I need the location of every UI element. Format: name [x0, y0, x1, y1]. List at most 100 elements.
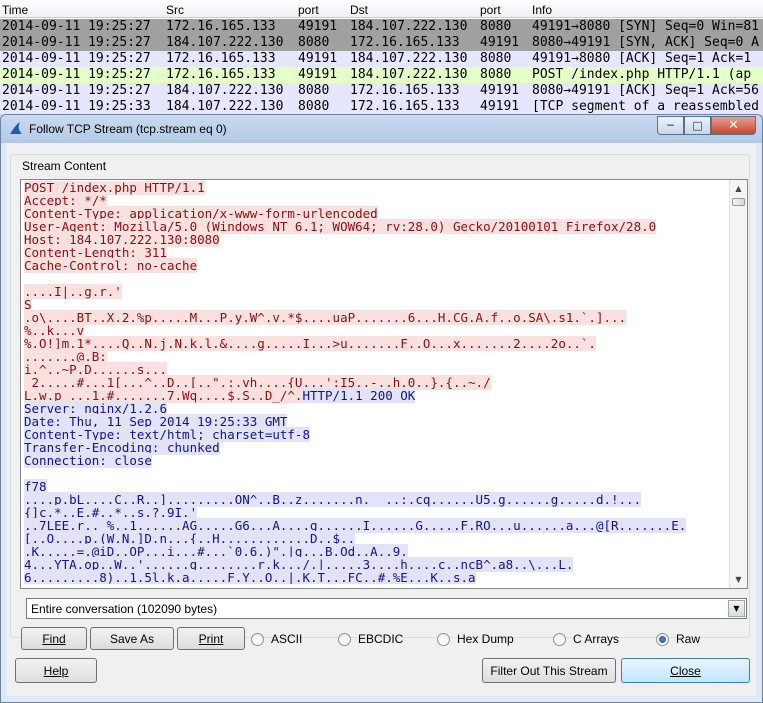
- radio-c-arrays-label: C Arrays: [573, 632, 620, 646]
- column-header-info[interactable]: Info: [532, 3, 552, 17]
- packet-cell-info: [TCP segment of a reassembled: [532, 99, 759, 114]
- packet-row[interactable]: 2014-09-11 19:25:27 184.107.222.130 8080 17…: [0, 83, 763, 99]
- stream-text[interactable]: POST /index.php HTTP/1.1 Accept: */* Conte…: [24, 181, 727, 584]
- radio-ascii-dot[interactable]: [251, 632, 264, 646]
- radio-ebcdic-dot[interactable]: [338, 632, 351, 646]
- packet-cell-dst: 184.107.222.130: [350, 51, 468, 66]
- column-header-dst[interactable]: Dst: [350, 3, 368, 17]
- packet-cell-src-port: 8080: [298, 35, 330, 50]
- client-stream-line: ....I|..g.r.': [24, 284, 727, 299]
- print-button[interactable]: Print: [177, 627, 245, 650]
- packet-cell-time: 2014-09-11 19:25:33: [2, 99, 151, 114]
- packet-list[interactable]: Time Src port Dst port Info 2014-09-11 1…: [0, 0, 763, 118]
- radio-ebcdic[interactable]: EBCDIC: [338, 631, 403, 647]
- save-as-button[interactable]: Save As: [90, 627, 174, 650]
- client-stream-line: POST /index.php HTTP/1.1: [24, 181, 727, 195]
- server-stream-line: [24, 467, 727, 480]
- packet-cell-src-port: 8080: [298, 83, 330, 98]
- packet-cell-src: 184.107.222.130: [166, 83, 284, 98]
- find-button[interactable]: Find: [21, 627, 87, 650]
- close-button-label: Close: [670, 663, 701, 678]
- dialog-titlebar[interactable]: Follow TCP Stream (tcp.stream eq 0) ─ □ …: [1, 115, 762, 143]
- column-header-time[interactable]: Time: [2, 3, 28, 17]
- packet-cell-time: 2014-09-11 19:25:27: [2, 83, 151, 98]
- radio-hex-dump-dot[interactable]: [437, 632, 450, 646]
- radio-raw-dot[interactable]: [656, 632, 669, 646]
- chevron-down-icon[interactable]: ▼: [728, 600, 745, 617]
- find-button-label: Find: [42, 631, 66, 646]
- filter-out-stream-button[interactable]: Filter Out This Stream: [482, 658, 616, 683]
- help-button[interactable]: Help: [15, 658, 97, 683]
- stream-line-text: %.O!]m.1*....Q..N.j.N.k.l.&....g.....I..…: [24, 336, 596, 351]
- dialog-client-area: Stream Content POST /index.php HTTP/1.1 A…: [7, 143, 756, 696]
- packet-cell-src-port: 49191: [298, 67, 338, 82]
- radio-raw[interactable]: Raw: [656, 631, 700, 647]
- maximize-button[interactable]: □: [684, 116, 711, 135]
- packet-cell-dst: 184.107.222.130: [350, 19, 468, 34]
- packet-cell-dst-port: 8080: [480, 19, 512, 34]
- packet-cell-src: 172.16.165.133: [166, 51, 276, 66]
- stream-line-text: .o\....BT..X.2.%p.....M...P.y.W^.v.*$...…: [24, 310, 627, 325]
- radio-hex-dump[interactable]: Hex Dump: [437, 631, 514, 647]
- packet-cell-info: 49191→8080 [ACK] Seq=1 Ack=1: [532, 51, 752, 66]
- packet-cell-src: 184.107.222.130: [166, 35, 284, 50]
- minimize-icon: ─: [667, 119, 674, 132]
- packet-cell-time: 2014-09-11 19:25:27: [2, 19, 151, 34]
- stream-vertical-scrollbar[interactable]: ▲ ▼: [729, 180, 747, 588]
- stream-line-text: ....I|..g.r.': [24, 284, 122, 299]
- radio-ebcdic-label: EBCDIC: [358, 632, 404, 646]
- stream-line-text: HTTP/1.1 200 OK: [302, 388, 416, 403]
- scroll-up-icon[interactable]: ▲: [730, 180, 747, 197]
- scroll-thumb[interactable]: [732, 198, 745, 206]
- client-stream-line: .o\....BT..X.2.%p.....M...P.y.W^.v.*$...…: [24, 310, 727, 325]
- packet-cell-dst: 172.16.165.133: [350, 99, 460, 114]
- window-close-button[interactable]: ✕: [711, 116, 756, 135]
- stream-line-text: Connection: close: [24, 453, 152, 468]
- minimize-button[interactable]: ─: [657, 116, 684, 135]
- packet-cell-info: POST /index.php HTTP/1.1 (ap: [532, 67, 752, 82]
- column-header-src-port[interactable]: port: [298, 3, 319, 17]
- packet-row[interactable]: 2014-09-11 19:25:27 172.16.165.133 49191 18…: [0, 67, 763, 83]
- packet-row[interactable]: 2014-09-11 19:25:27 184.107.222.130 8080 17…: [0, 35, 763, 51]
- packet-cell-src-port: 49191: [298, 51, 338, 66]
- print-button-label: Print: [198, 631, 224, 646]
- packet-row[interactable]: 2014-09-11 19:25:27 172.16.165.133 49191 18…: [0, 19, 763, 35]
- conversation-select-value: Entire conversation (102090 bytes): [31, 602, 218, 616]
- stream-line-text: Cache-Control: no-cache: [24, 258, 198, 273]
- column-header-src[interactable]: Src: [166, 3, 184, 17]
- close-button[interactable]: Close: [621, 658, 750, 683]
- packet-row[interactable]: 2014-09-11 19:25:33 184.107.222.130 8080 17…: [0, 99, 763, 115]
- packet-cell-dst: 184.107.222.130: [350, 67, 468, 82]
- radio-c-arrays[interactable]: C Arrays: [553, 631, 619, 647]
- packet-cell-dst: 172.16.165.133: [350, 83, 460, 98]
- packet-cell-dst-port: 49191: [480, 83, 520, 98]
- radio-raw-label: Raw: [676, 632, 701, 646]
- packet-cell-info: 8080→49191 [ACK] Seq=1 Ack=56: [532, 83, 759, 98]
- client-stream-line: [24, 272, 727, 285]
- client-stream-line: %.O!]m.1*....Q..N.j.N.k.l.&....g.....I..…: [24, 336, 727, 351]
- packet-cell-time: 2014-09-11 19:25:27: [2, 35, 151, 50]
- radio-c-arrays-dot[interactable]: [553, 632, 566, 646]
- stream-content-group: Stream Content POST /index.php HTTP/1.1 A…: [10, 154, 750, 650]
- help-button-label: Help: [43, 663, 69, 678]
- packet-cell-src: 184.107.222.130: [166, 99, 284, 114]
- scroll-down-icon[interactable]: ▼: [730, 571, 747, 588]
- packet-cell-dst-port: 49191: [480, 99, 520, 114]
- stream-content-label: Stream Content: [19, 159, 110, 173]
- packet-cell-time: 2014-09-11 19:25:27: [2, 67, 151, 82]
- server-stream-line: Connection: close: [24, 453, 727, 468]
- conversation-select[interactable]: Entire conversation (102090 bytes) ▼: [26, 598, 747, 619]
- filter-out-stream-button-label: Filter Out This Stream: [490, 663, 608, 678]
- stream-line-text: 6.........8)..1.5l.k.a.....F.Y..O..|.K.T…: [24, 570, 476, 584]
- radio-ascii[interactable]: ASCII: [251, 631, 302, 647]
- packet-cell-src: 172.16.165.133: [166, 19, 276, 34]
- radio-hex-dump-label: Hex Dump: [457, 632, 514, 646]
- packet-cell-info: 8080→49191 [SYN, ACK] Seq=0 A: [532, 35, 759, 50]
- save-as-button-label: Save As: [109, 631, 155, 646]
- packet-cell-src-port: 49191: [298, 19, 338, 34]
- stream-content-view[interactable]: POST /index.php HTTP/1.1 Accept: */* Conte…: [20, 179, 748, 589]
- packet-row[interactable]: 2014-09-11 19:25:27 172.16.165.133 49191 18…: [0, 51, 763, 67]
- column-header-dst-port[interactable]: port: [480, 3, 501, 17]
- server-stream-line: 6.........8)..1.5l.k.a.....F.Y..O..|.K.T…: [24, 570, 727, 584]
- packet-cell-dst-port: 8080: [480, 51, 512, 66]
